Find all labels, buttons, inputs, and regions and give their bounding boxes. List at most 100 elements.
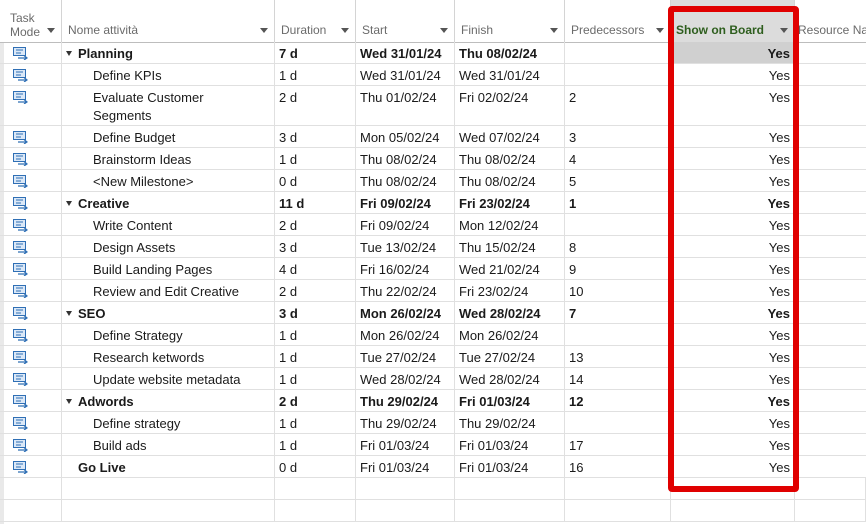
show-on-board-cell[interactable]: Yes: [671, 390, 795, 411]
resource-names-cell[interactable]: [795, 126, 866, 147]
resource-names-cell[interactable]: [795, 214, 866, 235]
resource-names-cell[interactable]: [795, 434, 866, 455]
column-header-predecessors[interactable]: Predecessors: [565, 0, 671, 42]
column-header-start[interactable]: Start: [356, 0, 455, 42]
table-row[interactable]: Define Budget 3 d Mon 05/02/24 Wed 07/02/24…: [0, 126, 866, 148]
predecessors-cell[interactable]: [565, 214, 671, 235]
duration-cell[interactable]: 1 d: [275, 148, 356, 169]
resource-names-cell[interactable]: [795, 170, 866, 191]
dropdown-arrow-icon[interactable]: [260, 28, 268, 33]
task-mode-cell[interactable]: [4, 148, 62, 169]
dropdown-arrow-icon[interactable]: [341, 28, 349, 33]
start-cell[interactable]: Thu 29/02/24: [356, 412, 455, 433]
start-cell[interactable]: Fri 01/03/24: [356, 434, 455, 455]
table-row[interactable]: Write Content 2 d Fri 09/02/24 Mon 12/02/24…: [0, 214, 866, 236]
resource-names-cell[interactable]: [795, 324, 866, 345]
task-name-cell[interactable]: Creative: [62, 192, 275, 213]
finish-cell[interactable]: Thu 15/02/24: [455, 236, 565, 257]
empty-cell[interactable]: [671, 500, 795, 521]
predecessors-cell[interactable]: 9: [565, 258, 671, 279]
resource-names-cell[interactable]: [795, 456, 866, 477]
column-header-finish[interactable]: Finish: [455, 0, 565, 42]
table-row[interactable]: Define KPIs 1 d Wed 31/01/24 Wed 31/01/24 Ye…: [0, 64, 866, 86]
dropdown-arrow-icon[interactable]: [550, 28, 558, 33]
empty-cell[interactable]: [455, 478, 565, 499]
duration-cell[interactable]: 3 d: [275, 302, 356, 323]
task-mode-cell[interactable]: [4, 434, 62, 455]
task-name-cell[interactable]: Define Strategy: [62, 324, 275, 345]
duration-cell[interactable]: 1 d: [275, 346, 356, 367]
finish-cell[interactable]: Thu 29/02/24: [455, 412, 565, 433]
finish-cell[interactable]: Thu 08/02/24: [455, 42, 565, 63]
show-on-board-cell[interactable]: Yes: [671, 324, 795, 345]
empty-cell[interactable]: [671, 478, 795, 499]
predecessors-cell[interactable]: 1: [565, 192, 671, 213]
task-mode-cell[interactable]: [4, 412, 62, 433]
finish-cell[interactable]: Wed 07/02/24: [455, 126, 565, 147]
task-mode-cell[interactable]: [4, 236, 62, 257]
resource-names-cell[interactable]: [795, 42, 866, 63]
collapse-triangle-icon[interactable]: [66, 399, 72, 405]
task-name-cell[interactable]: <New Milestone>: [62, 170, 275, 191]
finish-cell[interactable]: Wed 28/02/24: [455, 302, 565, 323]
table-row[interactable]: <New Milestone> 0 d Thu 08/02/24 Thu 08/02/…: [0, 170, 866, 192]
predecessors-cell[interactable]: 12: [565, 390, 671, 411]
show-on-board-cell[interactable]: Yes: [671, 126, 795, 147]
task-mode-cell[interactable]: [4, 258, 62, 279]
start-cell[interactable]: Tue 27/02/24: [356, 346, 455, 367]
predecessors-cell[interactable]: 16: [565, 456, 671, 477]
task-mode-cell[interactable]: [4, 456, 62, 477]
task-mode-cell[interactable]: [4, 346, 62, 367]
predecessors-cell[interactable]: 17: [565, 434, 671, 455]
resource-names-cell[interactable]: [795, 390, 866, 411]
show-on-board-cell[interactable]: Yes: [671, 258, 795, 279]
finish-cell[interactable]: Fri 23/02/24: [455, 192, 565, 213]
column-header-show-on-board[interactable]: Show on Board: [671, 0, 795, 42]
predecessors-cell[interactable]: 13: [565, 346, 671, 367]
show-on-board-cell[interactable]: Yes: [671, 302, 795, 323]
task-mode-cell[interactable]: [4, 324, 62, 345]
empty-cell[interactable]: [275, 478, 356, 499]
show-on-board-cell[interactable]: Yes: [671, 368, 795, 389]
resource-names-cell[interactable]: [795, 192, 866, 213]
start-cell[interactable]: Thu 01/02/24: [356, 86, 455, 125]
predecessors-cell[interactable]: 14: [565, 368, 671, 389]
start-cell[interactable]: Thu 08/02/24: [356, 170, 455, 191]
task-name-cell[interactable]: Define KPIs: [62, 64, 275, 85]
empty-cell[interactable]: [565, 500, 671, 521]
duration-cell[interactable]: 2 d: [275, 214, 356, 235]
table-row[interactable]: Build Landing Pages 4 d Fri 16/02/24 Wed 21…: [0, 258, 866, 280]
finish-cell[interactable]: Fri 23/02/24: [455, 280, 565, 301]
predecessors-cell[interactable]: [565, 42, 671, 63]
start-cell[interactable]: Mon 26/02/24: [356, 302, 455, 323]
finish-cell[interactable]: Wed 28/02/24: [455, 368, 565, 389]
duration-cell[interactable]: 3 d: [275, 236, 356, 257]
task-name-cell[interactable]: Define strategy: [62, 412, 275, 433]
show-on-board-cell[interactable]: Yes: [671, 64, 795, 85]
predecessors-cell[interactable]: [565, 324, 671, 345]
empty-cell[interactable]: [4, 500, 62, 521]
predecessors-cell[interactable]: [565, 412, 671, 433]
empty-cell[interactable]: [4, 478, 62, 499]
empty-row[interactable]: [0, 478, 866, 500]
start-cell[interactable]: Mon 26/02/24: [356, 324, 455, 345]
finish-cell[interactable]: Fri 01/03/24: [455, 456, 565, 477]
finish-cell[interactable]: Tue 27/02/24: [455, 346, 565, 367]
table-row[interactable]: Define strategy 1 d Thu 29/02/24 Thu 29/02/…: [0, 412, 866, 434]
column-header-name[interactable]: Nome attività: [62, 0, 275, 42]
show-on-board-cell[interactable]: Yes: [671, 434, 795, 455]
show-on-board-cell[interactable]: Yes: [671, 86, 795, 125]
task-name-cell[interactable]: Update website metadata: [62, 368, 275, 389]
task-mode-cell[interactable]: [4, 86, 62, 125]
dropdown-arrow-icon[interactable]: [47, 28, 55, 33]
task-name-cell[interactable]: SEO: [62, 302, 275, 323]
resource-names-cell[interactable]: [795, 148, 866, 169]
start-cell[interactable]: Mon 05/02/24: [356, 126, 455, 147]
show-on-board-cell[interactable]: Yes: [671, 148, 795, 169]
duration-cell[interactable]: 7 d: [275, 42, 356, 63]
duration-cell[interactable]: 1 d: [275, 324, 356, 345]
table-row[interactable]: Update website metadata 1 d Wed 28/02/24 We…: [0, 368, 866, 390]
empty-cell[interactable]: [275, 500, 356, 521]
show-on-board-cell[interactable]: Yes: [671, 170, 795, 191]
task-mode-cell[interactable]: [4, 280, 62, 301]
